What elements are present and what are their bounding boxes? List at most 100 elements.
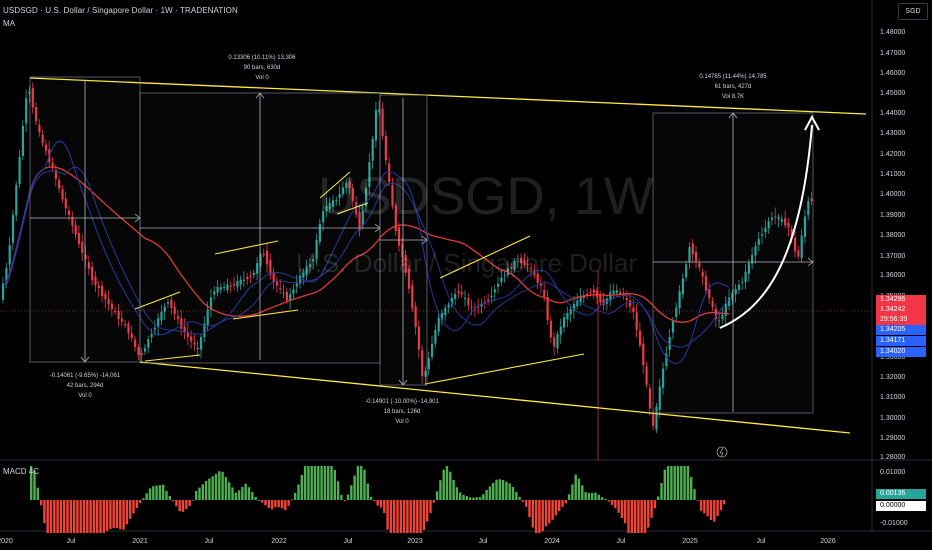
- macd-bar: [633, 500, 637, 533]
- candle-body: [487, 299, 490, 301]
- candle-body: [25, 98, 28, 124]
- macd-bar: [99, 500, 102, 533]
- price-tick-label: 1.48000: [880, 29, 905, 36]
- time-axis-label: 2023: [407, 538, 423, 545]
- candle-body: [566, 313, 569, 320]
- macd-bar: [670, 466, 673, 500]
- candle-body: [602, 298, 605, 306]
- macd-bar: [594, 492, 597, 500]
- macd-bar: [386, 500, 389, 530]
- price-badge: 1.34020: [876, 347, 926, 357]
- time-axis-label: Jul: [344, 538, 353, 545]
- macd-bar: [66, 500, 69, 533]
- macd-bar: [221, 471, 224, 500]
- macd-bar: [492, 482, 495, 500]
- macd-bar: [277, 500, 280, 508]
- macd-bar: [320, 466, 323, 500]
- macd-bar: [528, 500, 531, 518]
- macd-bar: [719, 500, 723, 511]
- macd-bar: [544, 500, 548, 527]
- macd-bar: [122, 500, 125, 530]
- macd-bar: [591, 492, 594, 500]
- macd-bar: [79, 500, 82, 533]
- price-tick-label: 1.46000: [880, 70, 905, 77]
- macd-bar: [696, 500, 699, 501]
- price-badge: 1.34296: [876, 295, 926, 305]
- macd-bar: [376, 500, 379, 506]
- macd-bar: [43, 500, 46, 524]
- macd-bar: [155, 485, 158, 500]
- macd-bar: [531, 500, 534, 528]
- price-tick-label: 1.45000: [880, 90, 905, 97]
- macd-bar: [396, 500, 399, 533]
- macd-bar: [465, 496, 468, 500]
- macd-bar: [330, 466, 333, 500]
- macd-badge: 0.00136: [876, 489, 926, 499]
- macd-bar: [290, 499, 294, 501]
- time-axis-label: Jul: [67, 538, 76, 545]
- macd-bar: [214, 473, 218, 500]
- macd-bar: [574, 474, 577, 500]
- macd-bar: [657, 496, 660, 500]
- macd-bar: [650, 500, 653, 518]
- candle-body: [497, 283, 500, 287]
- price-tick-label: 1.44000: [880, 110, 905, 117]
- measure-label: 0.13306 (10.11%) 13,306 90 bars, 630d Vol …: [228, 55, 296, 81]
- macd-bar: [624, 500, 627, 524]
- currency-button[interactable]: SGD: [898, 3, 928, 20]
- macd-bar: [313, 466, 317, 500]
- macd-bar: [244, 483, 247, 500]
- time-axis-label: 2021: [132, 538, 148, 545]
- macd-bar: [511, 486, 515, 500]
- macd-bar: [369, 496, 373, 500]
- macd-bar: [614, 500, 617, 509]
- macd-bar: [125, 500, 129, 525]
- macd-bar: [426, 500, 429, 522]
- time-axis-label: Jul: [617, 538, 626, 545]
- macd-bar: [264, 500, 267, 506]
- macd-bar: [439, 480, 442, 500]
- macd-bar: [581, 485, 584, 500]
- macd-bar: [498, 479, 501, 500]
- candle-body: [431, 343, 434, 357]
- macd-bar: [653, 500, 657, 509]
- macd-bar: [356, 466, 360, 500]
- watermark-name: U.S. Dollar / Singapore Dollar: [296, 248, 638, 278]
- macd-bar: [660, 483, 663, 500]
- time-axis-label: 2026: [820, 538, 836, 545]
- candle-body: [493, 289, 496, 293]
- macd-bar: [135, 500, 138, 509]
- macd-bar: [327, 466, 330, 500]
- pattern-trendline: [424, 353, 585, 385]
- ma-indicator-label[interactable]: MA: [3, 19, 15, 28]
- macd-bar: [257, 499, 261, 501]
- candle-body: [21, 125, 24, 157]
- macd-bar: [416, 500, 419, 533]
- candle-body: [434, 329, 437, 344]
- macd-bar: [643, 500, 647, 533]
- macd-bar: [82, 500, 86, 533]
- watermark-symbol: USDSGD, 1W: [318, 167, 654, 226]
- macd-bar: [132, 500, 135, 514]
- macd-bar: [703, 500, 706, 514]
- macd-bar: [303, 466, 307, 500]
- macd-bar: [247, 487, 251, 500]
- macd-bar: [399, 500, 402, 533]
- macd-bar: [89, 500, 92, 533]
- macd-bar: [495, 479, 498, 500]
- candle-body: [477, 306, 480, 308]
- macd-bar: [350, 485, 353, 500]
- macd-bar: [224, 477, 228, 500]
- macd-bar: [241, 486, 244, 500]
- macd-indicator-label[interactable]: MACD 4C: [3, 467, 39, 476]
- macd-bar: [716, 500, 719, 516]
- candle-body: [490, 295, 493, 297]
- candle-body: [645, 366, 648, 385]
- macd-bar: [69, 500, 72, 533]
- candle-body: [15, 184, 18, 216]
- candle-body: [467, 298, 470, 306]
- macd-bar: [551, 500, 554, 520]
- measure-label: -0.14901 (-10.00%) -14,901 18 bars, 126d V…: [365, 399, 439, 425]
- candle-body: [559, 326, 562, 335]
- macd-bar: [699, 500, 703, 511]
